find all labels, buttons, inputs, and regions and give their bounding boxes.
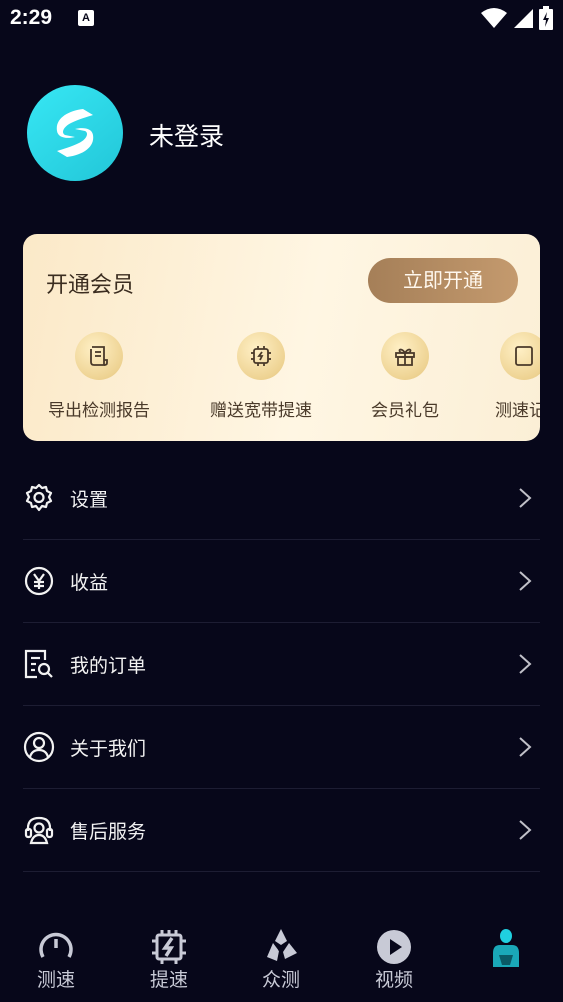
username-label[interactable]: 未登录 (149, 117, 224, 153)
profile-icon (493, 929, 519, 967)
menu-label: 我的订单 (70, 655, 147, 677)
person-icon (23, 731, 55, 763)
menu-label: 售后服务 (70, 821, 147, 843)
yuan-icon (24, 566, 54, 596)
benefit-label: 测速记 (495, 401, 540, 421)
menu-list: 设置 收益 我的订单 关于我们 售后服务 (23, 457, 540, 872)
benefit-label: 导出检测报告 (48, 401, 150, 421)
wifi-icon (481, 8, 507, 28)
app-logo-icon (56, 109, 94, 157)
gift-icon (381, 332, 429, 380)
benefit-broadband-boost[interactable]: 赠送宽带提速 (196, 332, 326, 421)
gauge-icon (39, 932, 73, 958)
menu-label: 收益 (70, 572, 109, 594)
open-vip-button[interactable]: 立即开通 (368, 258, 518, 303)
chip-icon (237, 332, 285, 380)
benefit-label: 会员礼包 (371, 401, 439, 421)
chevron-right-icon (519, 488, 532, 508)
avatar[interactable] (27, 85, 123, 181)
headset-icon (24, 816, 54, 845)
battery-icon (539, 6, 553, 30)
system-icons (481, 6, 553, 30)
nav-tab-speedtest[interactable]: 测速 (6, 927, 106, 992)
chevron-right-icon (519, 654, 532, 674)
nav-tab-video[interactable]: 视频 (344, 927, 444, 992)
benefit-label: 赠送宽带提速 (210, 401, 312, 421)
record-icon (500, 332, 540, 380)
boost-icon (152, 930, 186, 964)
status-time: 2:29 (10, 6, 53, 29)
nav-tab-profile[interactable] (456, 927, 556, 971)
chevron-right-icon (519, 737, 532, 757)
benefit-gift-pack[interactable]: 会员礼包 (340, 332, 470, 421)
menu-item-after-sales[interactable]: 售后服务 (23, 789, 540, 872)
order-icon (24, 649, 53, 679)
play-icon (377, 930, 411, 964)
benefit-speed-record[interactable]: 测速记 (483, 332, 540, 421)
status-bar: 2:29 A (0, 0, 563, 38)
nav-tab-boost[interactable]: 提速 (119, 927, 219, 992)
chevron-right-icon (519, 820, 532, 840)
menu-label: 设置 (70, 489, 109, 511)
notification-a-icon: A (78, 10, 94, 26)
bottom-nav: 测速 提速 众测 视频 (0, 915, 563, 1002)
nav-label: 众测 (261, 969, 300, 991)
nav-label: 提速 (149, 969, 188, 991)
report-icon (75, 332, 123, 380)
vip-title: 开通会员 (46, 273, 135, 298)
nav-tab-crowdtest[interactable]: 众测 (231, 927, 331, 992)
benefit-export-report[interactable]: 导出检测报告 (34, 332, 164, 421)
vip-card[interactable]: 开通会员 立即开通 导出检测报告 赠送宽带提速 会员礼包 测速记 (23, 234, 540, 441)
chevron-right-icon (519, 571, 532, 591)
nav-label: 测速 (36, 969, 75, 991)
crowd-icon (267, 929, 297, 961)
menu-item-about-us[interactable]: 关于我们 (23, 706, 540, 789)
menu-item-settings[interactable]: 设置 (23, 457, 540, 540)
signal-icon (514, 9, 533, 28)
nav-label: 视频 (374, 969, 413, 991)
menu-label: 关于我们 (70, 738, 147, 760)
menu-item-my-orders[interactable]: 我的订单 (23, 623, 540, 706)
menu-item-earnings[interactable]: 收益 (23, 540, 540, 623)
gear-icon (25, 483, 53, 512)
